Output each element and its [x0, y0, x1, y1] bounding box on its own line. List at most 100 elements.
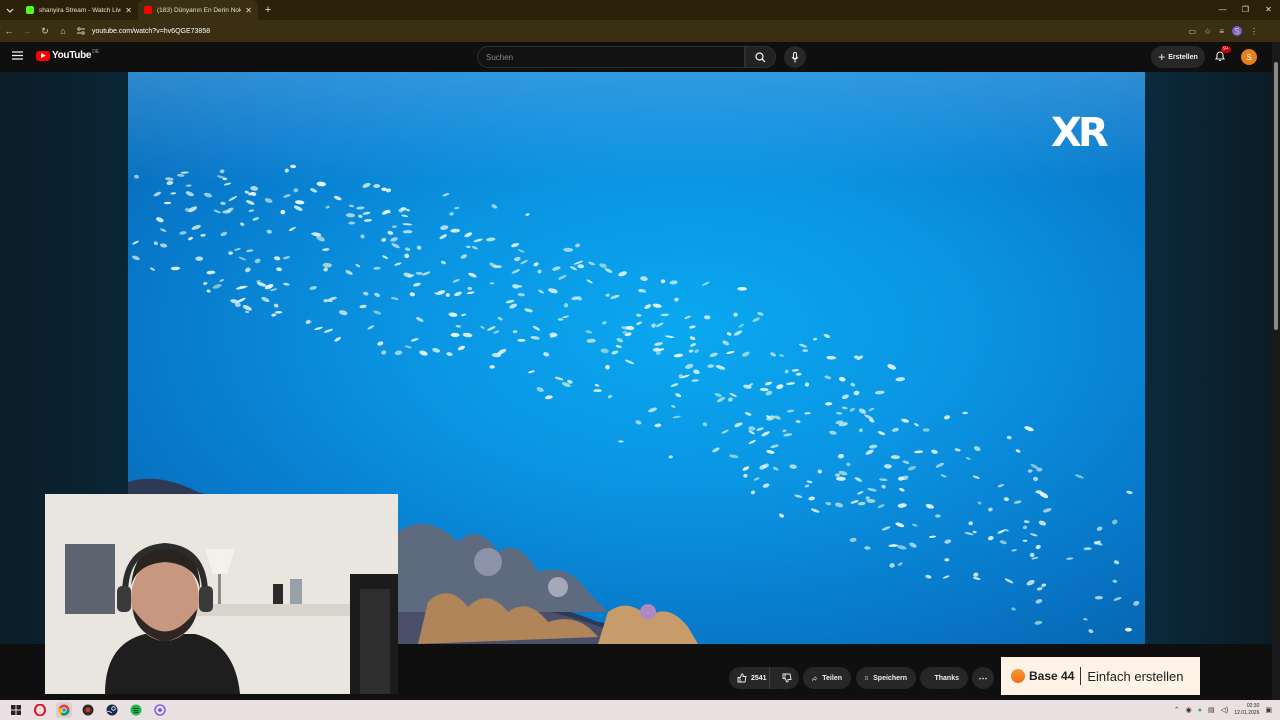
volume-icon[interactable]: ◁): [1221, 706, 1229, 714]
fish: [576, 296, 582, 301]
clock-time: 02:30: [1246, 703, 1260, 709]
fish: [185, 184, 192, 187]
like-button[interactable]: 2541: [729, 667, 771, 689]
fish: [786, 382, 795, 385]
scrollbar-thumb[interactable]: [1274, 62, 1278, 330]
tray-app-icon[interactable]: ◉: [1186, 706, 1192, 714]
windows-start-icon[interactable]: [8, 702, 24, 718]
fish: [538, 289, 544, 294]
fish: [219, 279, 224, 282]
fish: [404, 253, 410, 259]
tray-overflow-chevron-icon[interactable]: ⌃: [1174, 706, 1180, 714]
fish: [487, 326, 496, 331]
chrome-icon[interactable]: [56, 702, 72, 718]
fish: [394, 262, 402, 266]
fish: [373, 266, 381, 270]
account-avatar[interactable]: S: [1241, 49, 1257, 65]
fish: [895, 377, 906, 382]
create-button[interactable]: + Erstellen: [1151, 46, 1205, 68]
fish: [457, 345, 466, 351]
browser-profile-avatar[interactable]: S: [1232, 26, 1242, 36]
fish: [149, 267, 156, 271]
thanks-button[interactable]: Thanks: [920, 667, 968, 689]
fish: [156, 217, 164, 223]
hamburger-menu-icon[interactable]: [12, 51, 23, 60]
fish: [798, 343, 808, 348]
browser-menu-icon[interactable]: ⋮: [1250, 27, 1258, 36]
fish: [334, 337, 341, 342]
voice-search-button[interactable]: [784, 46, 806, 68]
fish: [325, 205, 330, 209]
fish: [640, 276, 648, 281]
share-button[interactable]: Teilen: [803, 667, 851, 689]
fish: [544, 395, 553, 400]
streaming-app-icon[interactable]: [152, 702, 168, 718]
media-control-icon[interactable]: ≡: [1219, 27, 1224, 36]
bookmark-icon: [865, 676, 868, 681]
fish: [569, 266, 578, 271]
fish: [489, 282, 495, 285]
close-window-icon[interactable]: ✕: [1257, 0, 1280, 20]
restore-icon[interactable]: ❐: [1234, 0, 1257, 20]
bookmark-star-icon[interactable]: ☆: [1204, 27, 1211, 36]
more-actions-button[interactable]: ⋯: [972, 667, 994, 689]
fish: [442, 193, 450, 197]
dislike-button[interactable]: [775, 673, 799, 683]
fish: [528, 370, 535, 374]
reload-icon[interactable]: ↻: [36, 20, 54, 42]
fish: [283, 194, 291, 198]
new-tab-button[interactable]: +: [258, 4, 278, 16]
fish: [618, 271, 627, 277]
fish: [497, 316, 503, 321]
minimize-icon[interactable]: —: [1211, 0, 1234, 20]
browser-tab-kick[interactable]: shanyira Stream - Watch Live o ✕: [20, 0, 138, 20]
fish: [839, 376, 846, 382]
app-icon-red-dark[interactable]: [80, 702, 96, 718]
cast-icon[interactable]: ▭: [1189, 27, 1197, 36]
home-icon[interactable]: ⌂: [54, 20, 72, 42]
taskbar-clock[interactable]: 02:30 12.01.2026: [1234, 703, 1259, 717]
fish: [742, 351, 750, 357]
fish: [577, 264, 585, 269]
forward-arrow-icon[interactable]: →: [18, 20, 36, 42]
site-info-icon[interactable]: [76, 27, 88, 35]
steam-icon[interactable]: [104, 702, 120, 718]
tab-search-chevron-icon[interactable]: [0, 0, 20, 20]
save-button[interactable]: Speichern: [856, 667, 916, 689]
spotify-icon[interactable]: [128, 702, 144, 718]
search-button[interactable]: [745, 46, 776, 68]
fish: [359, 304, 367, 309]
fish: [314, 326, 323, 331]
tray-app-icon[interactable]: ●: [1198, 707, 1202, 714]
fish: [548, 288, 558, 294]
microphone-icon: [791, 51, 799, 62]
fish: [234, 248, 241, 251]
fish: [802, 349, 809, 353]
browser-tab-youtube[interactable]: (183) Dünyanın En Derin Nokta ✕: [138, 0, 258, 20]
fish: [261, 296, 270, 303]
search-box[interactable]: [477, 46, 745, 68]
youtube-logo[interactable]: YouTube DE: [36, 49, 99, 61]
fish: [273, 303, 279, 308]
notification-center-icon[interactable]: ▣: [1265, 706, 1272, 714]
network-icon[interactable]: ▤: [1208, 706, 1215, 714]
base44-ad-banner[interactable]: Base 44 Einfach erstellen: [1001, 657, 1200, 695]
fish: [264, 198, 273, 203]
opera-browser-icon[interactable]: [32, 702, 48, 718]
search-input[interactable]: [486, 52, 744, 62]
fish: [250, 186, 259, 191]
xr-watermark-logo: XR: [1051, 110, 1109, 156]
fish: [813, 337, 818, 341]
close-tab-icon[interactable]: ✕: [245, 6, 252, 15]
notifications-button[interactable]: 9+: [1214, 46, 1231, 62]
fish: [363, 218, 373, 222]
fish: [462, 332, 473, 338]
page-scrollbar[interactable]: [1272, 42, 1280, 700]
fish: [605, 364, 610, 370]
fish: [512, 330, 518, 334]
url-field[interactable]: youtube.com/watch?v=hv6QGE73858: [76, 23, 1166, 39]
fish: [293, 205, 303, 211]
close-tab-icon[interactable]: ✕: [125, 6, 132, 15]
fish: [784, 369, 789, 374]
back-arrow-icon[interactable]: ←: [0, 20, 18, 42]
